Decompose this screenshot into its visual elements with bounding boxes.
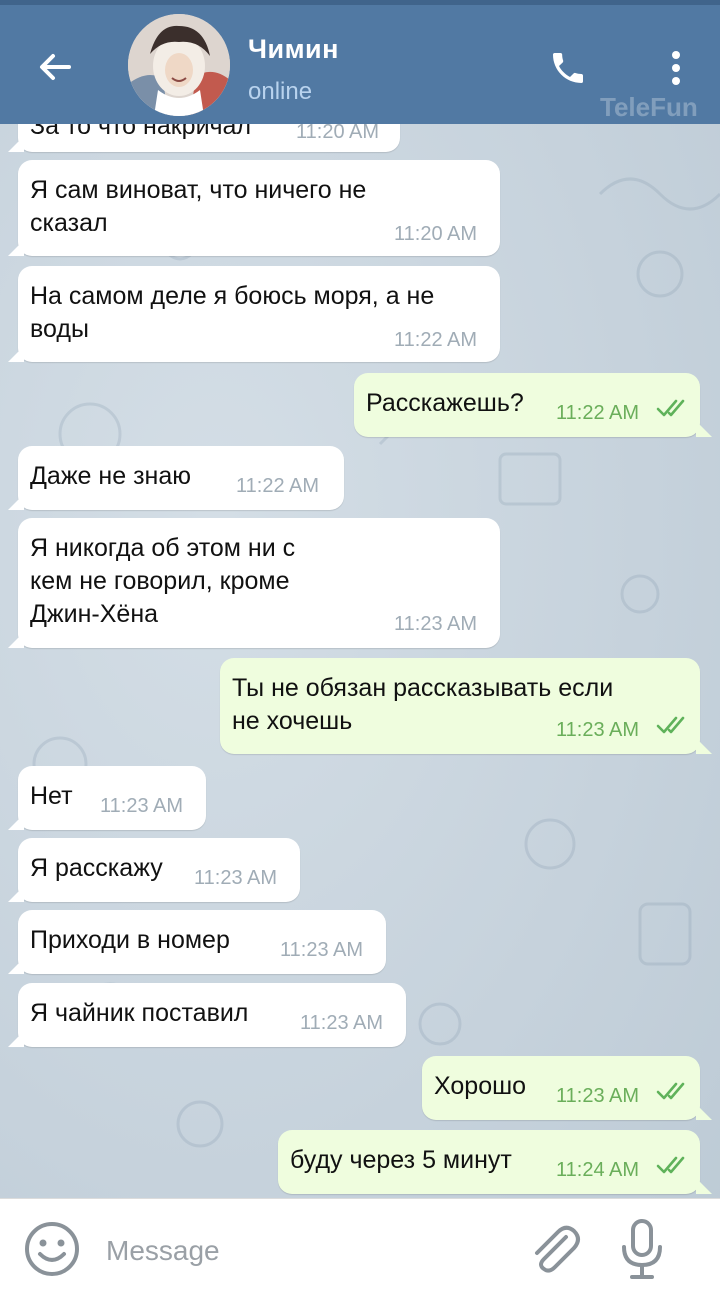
attach-button[interactable] [524, 1219, 584, 1279]
bubble-tail [8, 136, 24, 152]
call-button[interactable] [540, 40, 596, 96]
message-time: 11:20 AM [394, 223, 478, 245]
more-options-button[interactable] [650, 40, 702, 96]
message-line: кем не говорил, кроме [30, 567, 290, 595]
message-line: Нет [30, 782, 73, 810]
avatar-photo [128, 14, 230, 116]
message-text: Расскажешь? [366, 387, 524, 420]
paperclip-icon [535, 1225, 580, 1273]
incoming-message[interactable]: Даже не знаю 11:22 AM [8, 446, 344, 510]
message-line: буду через 5 минут [290, 1146, 512, 1174]
message-text: буду через 5 минут [290, 1144, 512, 1177]
bubble-tail [8, 958, 24, 974]
message-line: воды [30, 315, 89, 343]
message-time: 11:23 AM [556, 719, 640, 741]
message-input[interactable] [104, 1227, 508, 1275]
message-line: сказал [30, 209, 108, 237]
emoji-button[interactable] [22, 1219, 82, 1279]
message-line: На самом деле я боюсь моря, а не [30, 282, 435, 310]
message-text: Нет [30, 780, 73, 813]
more-vertical-icon [672, 51, 680, 85]
message-time: 11:23 AM [300, 1012, 384, 1034]
message-line: Ты не обязан рассказывать если [232, 674, 614, 702]
incoming-message[interactable]: Я чайник поставил 11:23 AM [8, 983, 406, 1047]
bubble-tail [8, 632, 24, 648]
outgoing-message[interactable]: Ты не обязан рассказывать если не хочешь 1… [220, 658, 712, 754]
microphone-button[interactable] [614, 1217, 670, 1281]
outgoing-message[interactable]: Хорошо 11:23 AM [422, 1056, 712, 1120]
incoming-message[interactable]: Я никогда об этом ни с кем не говорил, кр… [8, 518, 500, 648]
microphone-icon [622, 1219, 662, 1279]
phone-icon [553, 53, 583, 83]
message-time: 11:23 AM [280, 939, 364, 961]
bubble-tail [696, 738, 712, 754]
message-text: Я сам виноват, что ничего не сказал [30, 174, 366, 240]
double-check-icon [656, 1082, 685, 1100]
incoming-message[interactable]: Я сам виноват, что ничего не сказал 11:20 … [8, 160, 500, 256]
incoming-message[interactable]: На самом деле я боюсь моря, а не воды 11:2… [8, 266, 500, 362]
composer-bar [0, 1198, 720, 1303]
message-line: Даже не знаю [30, 462, 191, 490]
message-line: Хорошо [434, 1072, 527, 1100]
incoming-message[interactable]: Приходи в номер 11:23 AM [8, 910, 386, 974]
double-check-icon [656, 399, 685, 417]
smile-icon [25, 1222, 79, 1276]
message-text: На самом деле я боюсь моря, а не воды [30, 280, 434, 346]
message-text: Я чайник поставил [30, 997, 248, 1030]
message-time: 11:23 AM [394, 613, 478, 635]
message-line: Я никогда об этом ни с [30, 534, 296, 562]
outgoing-message[interactable]: Расскажешь? 11:22 AM [354, 373, 712, 437]
message-line: Приходи в номер [30, 926, 230, 954]
bubble-tail [696, 421, 712, 437]
message-line: Я сам виноват, что ничего не [30, 176, 367, 204]
message-time: 11:24 AM [556, 1159, 640, 1181]
message-line: Джин-Хёна [30, 600, 159, 628]
bubble-tail [8, 346, 24, 362]
status-bar-strip [0, 0, 720, 5]
message-time: 11:23 AM [100, 795, 184, 817]
message-line: Я чайник поставил [30, 999, 249, 1027]
watermark: TeleFun [600, 92, 698, 122]
message-text: Даже не знаю [30, 460, 191, 493]
message-line: Я расскажу [30, 854, 163, 882]
message-time: 11:22 AM [236, 475, 320, 497]
outgoing-message[interactable]: буду через 5 минут 11:24 AM [278, 1130, 712, 1194]
bubble-tail [8, 1031, 24, 1047]
bubble-tail [8, 886, 24, 902]
message-time: 11:23 AM [556, 1085, 640, 1107]
message-time: 11:23 AM [194, 867, 278, 889]
bubble-tail [696, 1178, 712, 1194]
arrow-left-icon [40, 54, 71, 80]
double-check-icon [656, 1156, 685, 1174]
bubble-tail [696, 1104, 712, 1120]
incoming-message[interactable]: Я расскажу 11:23 AM [8, 838, 300, 902]
bubble-tail [8, 494, 24, 510]
contact-name[interactable]: Чимин [248, 34, 339, 65]
contact-status: online [248, 78, 313, 105]
message-text: Я никогда об этом ни с кем не говорил, кр… [30, 532, 295, 631]
message-time: 11:22 AM [394, 329, 478, 351]
message-text: Приходи в номер [30, 924, 230, 957]
message-line: Расскажешь? [366, 389, 524, 417]
message-text: Хорошо [434, 1070, 526, 1103]
double-check-icon [656, 716, 685, 734]
bubble-tail [8, 240, 24, 256]
bubble-tail [8, 814, 24, 830]
avatar[interactable] [128, 14, 230, 116]
back-button[interactable] [28, 40, 82, 94]
incoming-message[interactable]: Нет 11:23 AM [8, 766, 206, 830]
message-time: 11:22 AM [556, 402, 640, 424]
message-text: Я расскажу [30, 852, 163, 885]
